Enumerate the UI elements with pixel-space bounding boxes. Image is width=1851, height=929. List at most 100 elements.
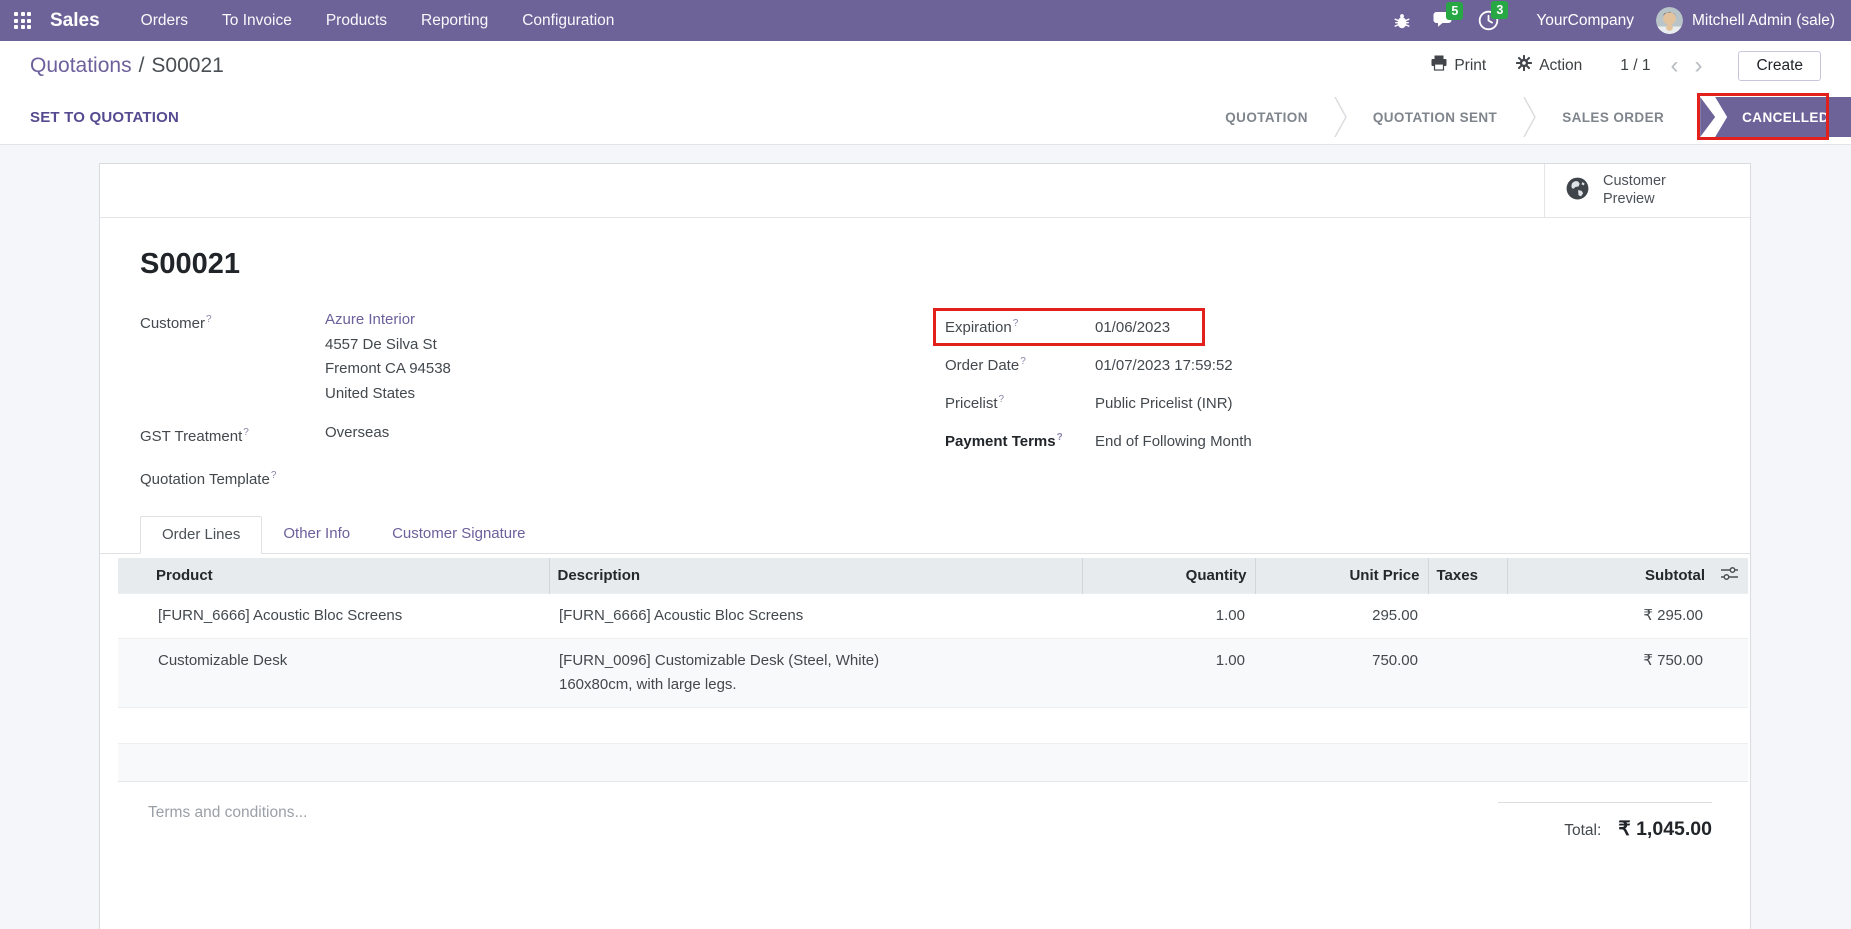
fields-grid: Customer? Azure Interior 4557 De Silva S…: [140, 308, 1710, 492]
main-menu: Orders To Invoice Products Reporting Con…: [124, 0, 632, 41]
total-value: ₹ 1,045.00: [1618, 817, 1712, 841]
column-description: Description: [549, 558, 1082, 594]
menu-reporting[interactable]: Reporting: [404, 0, 505, 41]
tab-other-info[interactable]: Other Info: [262, 516, 371, 553]
quantity-cell[interactable]: 1.00: [1082, 594, 1255, 639]
gst-treatment-value[interactable]: Overseas: [325, 421, 389, 446]
tab-order-lines[interactable]: Order Lines: [140, 516, 262, 554]
customer-preview-label: Customer Preview: [1603, 173, 1666, 207]
description-cell[interactable]: [FURN_0096] Customizable Desk (Steel, Wh…: [549, 639, 1082, 708]
product-cell[interactable]: Customizable Desk: [148, 639, 549, 708]
quantity-cell[interactable]: 1.00: [1082, 639, 1255, 708]
step-cancelled[interactable]: CANCELLED: [1700, 97, 1851, 137]
payment-terms-label: Payment Terms?: [945, 432, 1095, 450]
breadcrumb: Quotations/S00021: [30, 54, 224, 78]
set-to-quotation-button[interactable]: SET TO QUOTATION: [30, 109, 179, 126]
breadcrumb-quotations[interactable]: Quotations: [30, 54, 132, 77]
status-steps: QUOTATION QUOTATION SENT SALES ORDER CAN…: [1199, 97, 1851, 137]
field-pricelist: Pricelist? Public Pricelist (INR): [945, 384, 1710, 422]
step-separator: [1334, 97, 1347, 137]
print-label: Print: [1454, 57, 1486, 75]
taxes-cell[interactable]: [1428, 639, 1507, 708]
step-separator: [1523, 97, 1536, 137]
action-button[interactable]: Action: [1516, 55, 1582, 76]
step-quotation-sent[interactable]: QUOTATION SENT: [1347, 97, 1523, 137]
unit-price-cell[interactable]: 750.00: [1255, 639, 1428, 708]
fields-right-column: Expiration? 01/06/2023 Order Date? 01/07…: [945, 308, 1710, 492]
step-quotation[interactable]: QUOTATION: [1199, 97, 1334, 137]
customer-value-block: Azure Interior 4557 De Silva St Fremont …: [325, 308, 451, 406]
action-label: Action: [1539, 57, 1582, 75]
subtotal-cell: ₹ 295.00: [1507, 594, 1713, 639]
description-cell[interactable]: [FURN_6666] Acoustic Bloc Screens: [549, 594, 1082, 639]
empty-row: [118, 708, 1748, 744]
order-line-row[interactable]: Customizable Desk [FURN_0096] Customizab…: [118, 639, 1748, 708]
menu-configuration[interactable]: Configuration: [505, 0, 631, 41]
menu-to-invoice[interactable]: To Invoice: [205, 0, 309, 41]
order-date-value[interactable]: 01/07/2023 17:59:52: [1095, 357, 1233, 374]
column-subtotal: Subtotal: [1507, 558, 1713, 594]
column-taxes: Taxes: [1428, 558, 1507, 594]
empty-row: [118, 744, 1748, 782]
top-navbar: Sales Orders To Invoice Products Reporti…: [0, 0, 1851, 41]
pager-previous-icon[interactable]: ‹: [1670, 56, 1678, 76]
notebook-tabs: Order Lines Other Info Customer Signatur…: [100, 516, 1750, 554]
optional-columns-icon[interactable]: [1721, 566, 1738, 585]
menu-products[interactable]: Products: [309, 0, 404, 41]
field-quotation-template: Quotation Template?: [140, 464, 945, 493]
control-panel-actions: Print Action 1 / 1 ‹ › Create: [1401, 51, 1821, 81]
debug-bug-icon[interactable]: [1382, 12, 1422, 30]
company-switcher[interactable]: YourCompany: [1536, 12, 1634, 30]
create-button[interactable]: Create: [1738, 51, 1821, 81]
pager-next-icon[interactable]: ›: [1694, 56, 1702, 76]
order-lines-table: Product Description Quantity Unit Price …: [118, 558, 1748, 782]
customer-label: Customer?: [140, 308, 325, 337]
menu-orders[interactable]: Orders: [124, 0, 205, 41]
pager: 1 / 1 ‹ ›: [1620, 56, 1702, 76]
messages-badge: 5: [1446, 2, 1463, 20]
total-block: Total: ₹ 1,045.00: [1498, 802, 1712, 841]
step-sales-order[interactable]: SALES ORDER: [1536, 97, 1690, 137]
order-date-label: Order Date?: [945, 356, 1095, 374]
apps-grid-icon[interactable]: [14, 12, 31, 29]
unit-price-cell[interactable]: 295.00: [1255, 594, 1428, 639]
messages-icon[interactable]: 5: [1422, 11, 1467, 30]
field-order-date: Order Date? 01/07/2023 17:59:52: [945, 346, 1710, 384]
drag-handle-column: [118, 558, 148, 594]
expiration-label: Expiration?: [945, 318, 1095, 336]
pricelist-value[interactable]: Public Pricelist (INR): [1095, 395, 1233, 412]
order-line-row[interactable]: [FURN_6666] Acoustic Bloc Screens [FURN_…: [118, 594, 1748, 639]
breadcrumb-separator: /: [139, 54, 145, 77]
column-unit-price: Unit Price: [1255, 558, 1428, 594]
navbar-right: 5 3 YourCompany Mitchell Admin (sale): [1382, 7, 1835, 34]
field-gst-treatment: GST Treatment? Overseas: [140, 421, 945, 450]
app-name[interactable]: Sales: [50, 10, 100, 32]
pager-count: 1 / 1: [1620, 57, 1650, 75]
activities-clock-icon[interactable]: 3: [1467, 10, 1510, 31]
taxes-cell[interactable]: [1428, 594, 1507, 639]
total-label: Total:: [1564, 822, 1601, 840]
customer-link[interactable]: Azure Interior: [325, 311, 415, 328]
gst-treatment-label: GST Treatment?: [140, 421, 325, 450]
user-avatar[interactable]: [1656, 7, 1683, 34]
user-menu[interactable]: Mitchell Admin (sale): [1656, 7, 1835, 34]
product-cell[interactable]: [FURN_6666] Acoustic Bloc Screens: [148, 594, 549, 639]
content-area: Customer Preview S00021 Customer? Azure …: [0, 145, 1851, 929]
button-box: Customer Preview: [100, 164, 1750, 218]
user-name: Mitchell Admin (sale): [1692, 12, 1835, 30]
tab-customer-signature[interactable]: Customer Signature: [371, 516, 546, 553]
customer-preview-button[interactable]: Customer Preview: [1544, 164, 1750, 217]
row-handle[interactable]: [118, 639, 148, 708]
expiration-value[interactable]: 01/06/2023: [1095, 319, 1170, 336]
row-handle[interactable]: [118, 594, 148, 639]
terms-and-conditions-input[interactable]: [148, 804, 648, 864]
payment-terms-value[interactable]: End of Following Month: [1095, 433, 1252, 450]
form-sheet: Customer Preview S00021 Customer? Azure …: [99, 163, 1751, 929]
activities-badge: 3: [1491, 1, 1508, 19]
quotation-template-label: Quotation Template?: [140, 464, 325, 493]
print-button[interactable]: Print: [1431, 55, 1486, 76]
customer-address-line3: United States: [325, 382, 451, 407]
customer-address-line1: 4557 De Silva St: [325, 333, 451, 358]
column-quantity: Quantity: [1082, 558, 1255, 594]
control-panel: Quotations/S00021 Print Action 1 / 1 ‹ ›…: [0, 41, 1851, 90]
